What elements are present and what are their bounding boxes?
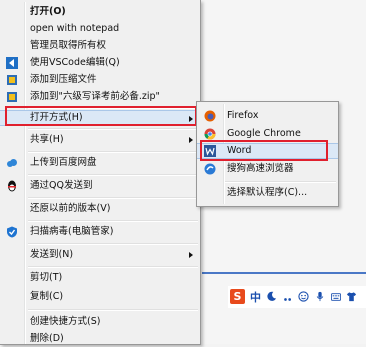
menu-item-restore-versions[interactable]: 还原以前的版本(V) <box>0 201 200 217</box>
menu-item-label: 管理员取得所有权 <box>30 40 107 51</box>
menu-item-cut[interactable]: 剪切(T) <box>0 270 200 286</box>
menu-separator <box>28 220 198 222</box>
menu-item-label: 剪切(T) <box>30 272 63 283</box>
ime-toolbar: S 中 <box>228 286 366 308</box>
submenu-item-label: 选择默认程序(C)... <box>227 187 308 198</box>
menu-item-label: 使用VSCode编辑(Q) <box>30 57 120 68</box>
submenu-item-firefox[interactable]: Firefox <box>197 108 338 124</box>
emoji-icon[interactable] <box>296 289 311 304</box>
highlight-box <box>200 140 328 161</box>
menu-item-scan-virus[interactable]: 扫描病毒(电脑管家) <box>0 224 200 240</box>
submenu-item-label: 搜狗高速浏览器 <box>227 163 294 174</box>
menu-item-add-to-zip[interactable]: 添加到"六级写译考前必备.zip" <box>0 89 200 105</box>
sogou-logo-icon[interactable]: S <box>230 289 245 304</box>
menu-item-label: 扫描病毒(电脑管家) <box>30 226 114 237</box>
window-border <box>202 272 366 274</box>
archive-icon <box>7 75 17 85</box>
submenu-item-label: Firefox <box>227 110 259 121</box>
menu-item-label: 创建快捷方式(S) <box>30 316 101 327</box>
menu-item-label: 添加到压缩文件 <box>30 74 97 85</box>
firefox-icon <box>204 110 216 122</box>
menu-separator <box>28 128 198 130</box>
keyboard-icon[interactable] <box>328 289 343 304</box>
submenu-item-choose-default[interactable]: 选择默认程序(C)... <box>197 185 338 201</box>
submenu-arrow-icon <box>189 137 193 143</box>
menu-separator <box>28 266 198 268</box>
vscode-icon <box>6 57 18 69</box>
menu-item-label: 添加到"六级写译考前必备.zip" <box>30 91 160 102</box>
menu-separator <box>28 243 198 245</box>
menu-item-label: 打开(O) <box>30 6 66 17</box>
archive-icon <box>7 92 17 102</box>
menu-item-share[interactable]: 共享(H) <box>0 132 200 148</box>
cloud-icon <box>7 159 17 167</box>
menu-item-label: 上传到百度网盘 <box>30 157 97 168</box>
menu-item-send-via-qq[interactable]: 通过QQ发送到 <box>0 178 200 194</box>
menu-separator <box>225 181 336 183</box>
submenu-arrow-icon <box>189 252 193 258</box>
menu-item-baidu-upload[interactable]: 上传到百度网盘 <box>0 155 200 171</box>
ime-mode-toggle[interactable]: 中 <box>248 289 263 304</box>
menu-item-open[interactable]: 打开(O) <box>0 4 200 20</box>
menu-item-open-with-notepad[interactable]: open with notepad <box>0 21 200 37</box>
menu-item-label: 发送到(N) <box>30 249 74 260</box>
menu-item-label: 通过QQ发送到 <box>30 180 93 191</box>
ime-mode-label: 中 <box>250 290 261 304</box>
punctuation-icon[interactable] <box>280 289 295 304</box>
context-menu: 打开(O) open with notepad 管理员取得所有权 使用VSCod… <box>0 0 201 345</box>
menu-separator <box>28 197 198 199</box>
menu-item-label: 还原以前的版本(V) <box>30 203 111 214</box>
menu-separator <box>28 309 198 311</box>
menu-item-copy[interactable]: 复制(C) <box>0 289 200 305</box>
shirt-icon[interactable] <box>344 289 359 304</box>
menu-item-label: open with notepad <box>30 23 120 34</box>
menu-item-send-to[interactable]: 发送到(N) <box>0 247 200 263</box>
sogou-browser-icon <box>204 163 216 175</box>
menu-item-label: 共享(H) <box>30 134 64 145</box>
microphone-icon[interactable] <box>312 289 327 304</box>
menu-item-label: 删除(D) <box>30 333 64 344</box>
menu-separator <box>28 174 198 176</box>
menu-separator <box>28 151 198 153</box>
menu-item-create-shortcut[interactable]: 创建快捷方式(S) <box>0 314 200 330</box>
qq-penguin-icon <box>8 180 16 192</box>
submenu-item-sogou-browser[interactable]: 搜狗高速浏览器 <box>197 161 338 177</box>
menu-item-delete[interactable]: 删除(D) <box>0 331 200 347</box>
menu-item-add-to-archive[interactable]: 添加到压缩文件 <box>0 72 200 88</box>
sogou-logo-letter: S <box>233 290 242 303</box>
shield-icon <box>7 226 17 238</box>
chrome-icon <box>204 128 216 140</box>
menu-item-label: 复制(C) <box>30 291 64 302</box>
moon-icon[interactable] <box>264 289 279 304</box>
highlight-box <box>5 106 197 126</box>
menu-item-vscode[interactable]: 使用VSCode编辑(Q) <box>0 55 200 71</box>
menu-item-take-ownership[interactable]: 管理员取得所有权 <box>0 38 200 54</box>
